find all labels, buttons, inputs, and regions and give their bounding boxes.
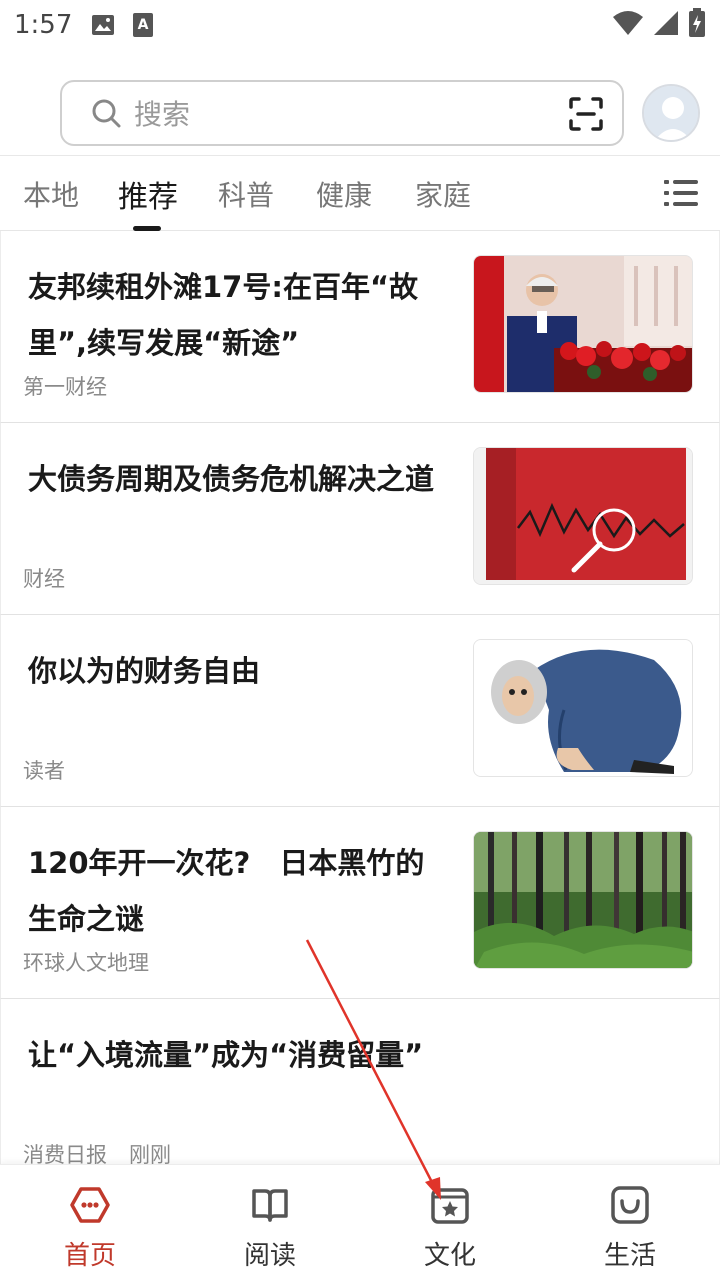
- home-hexagon-icon: [70, 1185, 110, 1225]
- article-title: 你以为的财务自由: [28, 654, 261, 688]
- article-source: 财经: [23, 567, 65, 591]
- article-thumbnail: [473, 255, 693, 393]
- status-bar: 1:57 A: [0, 0, 720, 50]
- tab-health[interactable]: 健康: [316, 174, 372, 214]
- list-item[interactable]: 让“入境流量”成为“消费留量” 消费日报 刚刚: [0, 999, 720, 1179]
- nav-home-label: 首页: [63, 1241, 116, 1271]
- wifi-icon: [612, 9, 644, 41]
- svg-text:A: A: [138, 17, 149, 33]
- bamboo-forest-photo: [474, 832, 692, 968]
- status-right-icons: [612, 8, 706, 42]
- avatar-icon: [644, 86, 698, 140]
- list-item[interactable]: 大债务周期及债务危机解决之道 财经: [0, 423, 720, 615]
- nav-reading[interactable]: 阅读: [180, 1165, 360, 1280]
- list-menu-icon[interactable]: [664, 178, 698, 208]
- nav-life-label: 生活: [603, 1241, 656, 1271]
- article-source: 读者: [23, 759, 65, 783]
- speaker-podium-photo: [474, 256, 692, 392]
- article-title: 让“入境流量”成为“消费留量”: [28, 1038, 424, 1072]
- tab-science[interactable]: 科普: [218, 174, 274, 214]
- list-item[interactable]: 你以为的财务自由 读者: [0, 615, 720, 807]
- list-item[interactable]: 友邦续租外滩17号:在百年“故里”,续写发展“新途” 第一财经: [0, 231, 720, 423]
- avatar[interactable]: [642, 84, 700, 142]
- nav-life[interactable]: 生活: [540, 1165, 720, 1280]
- nav-culture[interactable]: 文化: [360, 1165, 540, 1280]
- news-feed: 友邦续租外滩17号:在百年“故里”,续写发展“新途” 第一财经 大债务周期及债务…: [0, 231, 720, 1179]
- battery-icon: [688, 8, 706, 42]
- nav-home[interactable]: 首页: [0, 1165, 180, 1280]
- search-placeholder: 搜索: [134, 98, 191, 131]
- image-icon: [90, 12, 116, 38]
- scan-icon[interactable]: [568, 96, 604, 132]
- smile-bag-icon: [610, 1185, 650, 1225]
- tab-recommend[interactable]: 推荐: [118, 172, 178, 216]
- nav-reading-label: 阅读: [243, 1241, 296, 1271]
- text-a-icon: A: [130, 12, 156, 38]
- book-icon: [250, 1185, 290, 1225]
- article-title: 大债务周期及债务危机解决之道: [28, 462, 435, 496]
- list-item[interactable]: 120年开一次花? 日本黑竹的生命之谜 环球人文地理: [0, 807, 720, 999]
- tab-family[interactable]: 家庭: [415, 174, 471, 214]
- article-thumbnail: [473, 831, 693, 969]
- article-title: 120年开一次花? 日本黑竹的生命之谜: [28, 846, 425, 936]
- article-source: 第一财经: [23, 375, 107, 399]
- article-thumbnail: [473, 447, 693, 585]
- article-title: 友邦续租外滩17号:在百年“故里”,续写发展“新途”: [28, 270, 419, 360]
- cartoon-illustration: [474, 640, 692, 776]
- category-tabs: 本地 推荐 科普 健康 家庭: [0, 155, 720, 231]
- tab-local[interactable]: 本地: [23, 174, 79, 214]
- article-source: 环球人文地理: [23, 951, 149, 975]
- nav-culture-label: 文化: [423, 1241, 476, 1271]
- article-thumbnail: [473, 639, 693, 777]
- status-time: 1:57: [14, 10, 73, 40]
- bottom-navigation: 首页 阅读 文化 生活: [0, 1164, 720, 1280]
- star-box-icon: [430, 1185, 470, 1225]
- search-icon: [90, 97, 122, 129]
- book-cover-photo: [474, 448, 692, 584]
- search-input[interactable]: 搜索: [60, 80, 624, 146]
- signal-icon: [652, 9, 680, 41]
- search-row: 搜索: [0, 78, 720, 148]
